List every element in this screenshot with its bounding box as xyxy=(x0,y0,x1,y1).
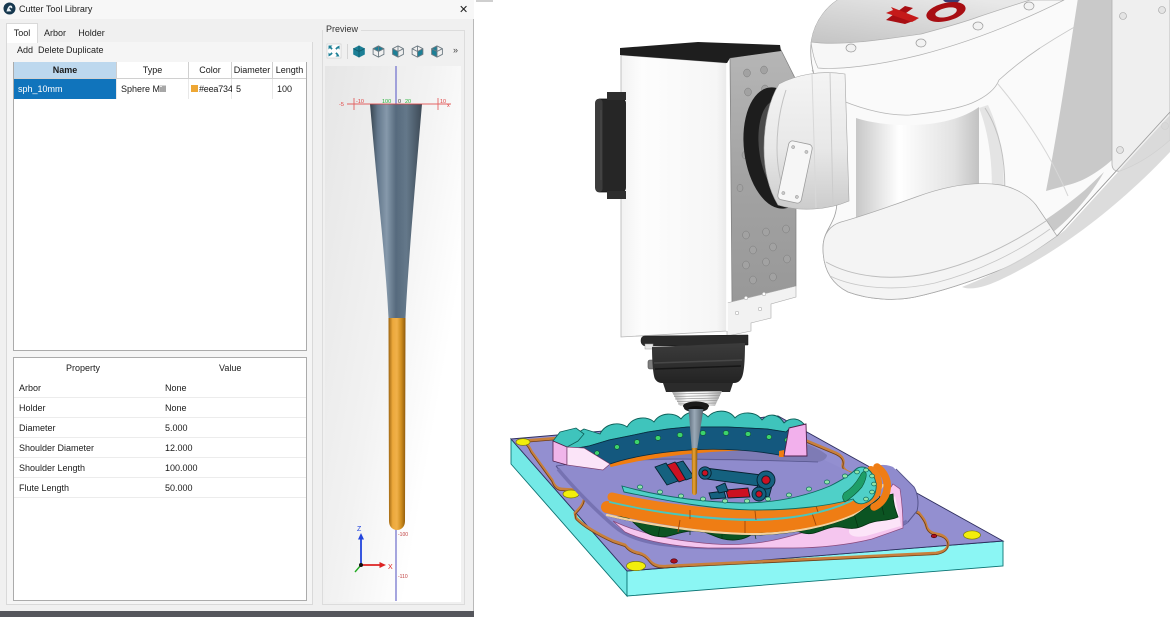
svg-text:-100: -100 xyxy=(398,532,408,538)
svg-text:-10: -10 xyxy=(356,99,364,105)
svg-text:-5: -5 xyxy=(339,102,344,108)
svg-text:X: X xyxy=(388,564,393,571)
svg-text:Z: Z xyxy=(357,526,362,533)
svg-text:100: 100 xyxy=(382,99,391,105)
svg-text:-110: -110 xyxy=(398,574,408,580)
svg-text:10: 10 xyxy=(440,99,446,105)
svg-text:20: 20 xyxy=(405,99,411,105)
svg-text:0: 0 xyxy=(398,99,401,105)
svg-text:x: x xyxy=(447,103,450,109)
